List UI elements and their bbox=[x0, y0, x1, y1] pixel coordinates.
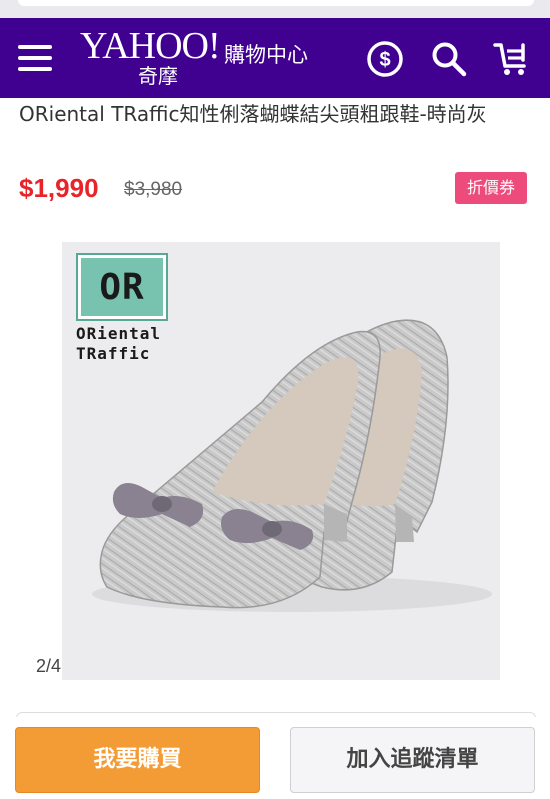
dollar-icon[interactable]: $ bbox=[366, 40, 404, 78]
product-image[interactable]: OR ORiental TRaffic bbox=[62, 242, 500, 680]
buy-button[interactable]: 我要購買 bbox=[15, 727, 260, 793]
menu-line bbox=[18, 56, 52, 60]
previous-card-edge bbox=[18, 0, 534, 6]
brand-name-line1: ORiental bbox=[76, 324, 162, 343]
brand-logo-text: OR bbox=[99, 266, 145, 308]
logo-subtitle: 奇摩 bbox=[138, 64, 178, 88]
logo-wordmark: YAHOO! bbox=[80, 25, 221, 67]
brand-name-line2: TRaffic bbox=[76, 344, 151, 363]
menu-line bbox=[18, 45, 52, 49]
browser-top-strip bbox=[0, 0, 550, 18]
coupon-button[interactable]: 折價券 bbox=[455, 172, 527, 204]
brand-name: ORiental TRaffic bbox=[76, 324, 161, 364]
add-to-watchlist-button[interactable]: 加入追蹤清單 bbox=[290, 727, 535, 793]
cart-icon[interactable] bbox=[492, 40, 530, 78]
sale-price: $1,990 bbox=[19, 173, 99, 203]
bottom-action-bar: 我要購買 加入追蹤清單 bbox=[0, 717, 550, 799]
menu-line bbox=[18, 67, 52, 71]
image-page-counter: 2/4 bbox=[36, 656, 62, 676]
brand-logo-box: OR bbox=[76, 253, 168, 321]
search-icon[interactable] bbox=[430, 40, 468, 78]
svg-text:$: $ bbox=[379, 49, 390, 71]
menu-icon[interactable] bbox=[18, 45, 52, 71]
original-price: $3,980 bbox=[124, 179, 183, 200]
logo-section-name: 購物中心 bbox=[224, 43, 308, 67]
site-header: YAHOO! 奇摩 購物中心 $ bbox=[0, 18, 550, 98]
yahoo-shopping-logo[interactable]: YAHOO! 奇摩 購物中心 bbox=[80, 24, 320, 92]
product-title: ORiental TRaffic知性俐落蝴蝶結尖頭粗跟鞋-時尚灰 bbox=[19, 102, 487, 126]
